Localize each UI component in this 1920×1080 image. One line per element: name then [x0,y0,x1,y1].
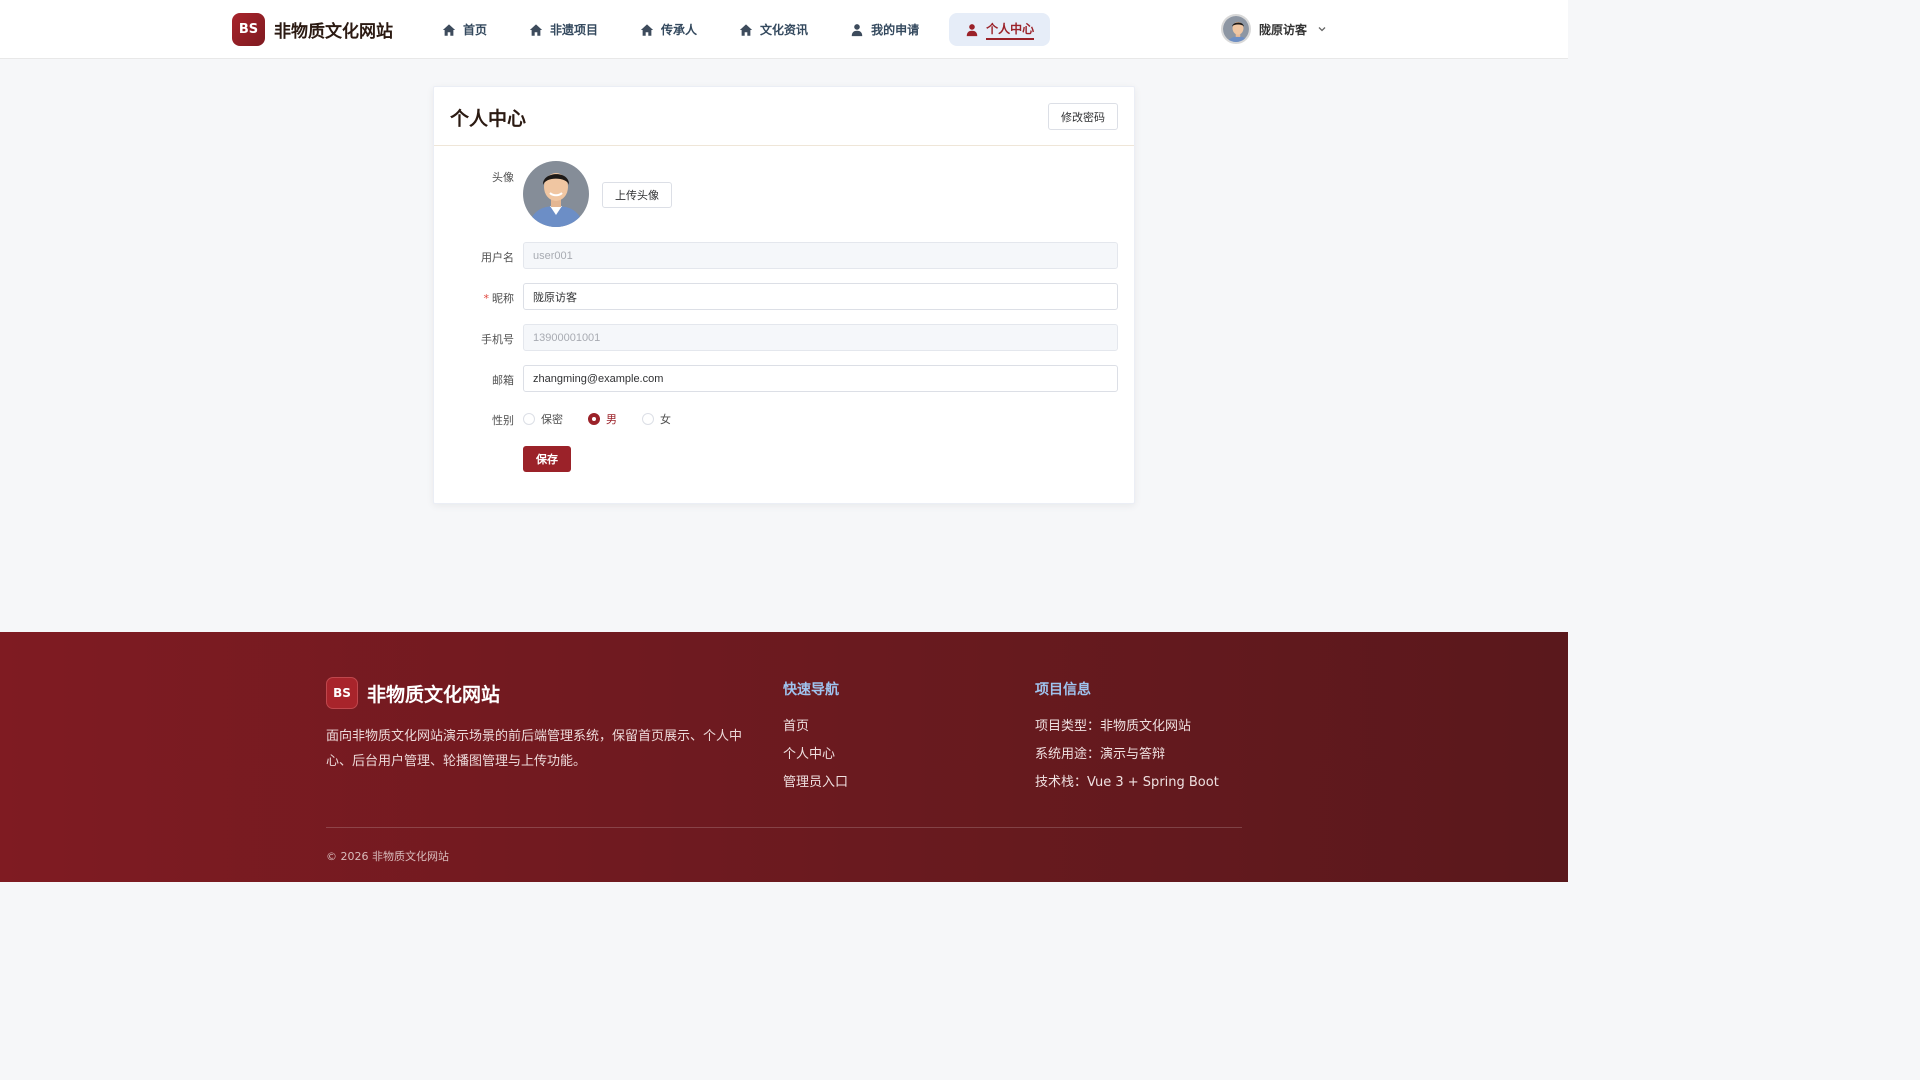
gender-label: 性别 [492,414,514,427]
phone-label: 手机号 [481,333,514,346]
nav-label: 首页 [463,23,488,37]
radio-label: 男 [606,413,617,426]
nav-label: 传承人 [661,23,698,37]
user-name: 陇原访客 [1259,22,1308,37]
project-info-title: 项目信息 [1035,682,1091,698]
page-title: 个人中心 [450,108,527,130]
project-info-item: 项目类型：非物质文化网站 [1035,719,1192,734]
change-password-button[interactable]: 修改密码 [1048,103,1118,130]
footer-link-home[interactable]: 首页 [783,713,848,741]
nickname-value: 陇原访客 [533,291,577,304]
nickname-label: * 昵称 [434,290,515,306]
user-icon [851,23,863,36]
site-brand[interactable]: BS 非物质文化网站 [232,13,393,46]
nav-item-home[interactable]: 首页 [430,13,499,46]
email-value: zhangming@example.com [533,372,664,385]
radio-label: 保密 [541,413,563,426]
nav-label: 文化资讯 [760,23,809,37]
gender-radio-group: 保密 男 女 [523,411,696,427]
site-footer: BS 非物质文化网站 面向非物质文化网站演示场景的前后端管理系统，保留首页展示、… [0,632,1568,882]
footer-quick-nav: 快速导航 首页 个人中心 管理员入口 [783,679,848,797]
nav-item-heritage-projects[interactable]: 非遗项目 [517,13,610,46]
quick-nav-title: 快速导航 [783,682,839,698]
home-icon [529,23,543,36]
chevron-down-icon [1318,27,1326,32]
nav-label: 个人中心 [986,20,1035,40]
radio-circle [588,413,600,425]
avatar-label: 头像 [492,171,514,184]
email-input[interactable]: zhangming@example.com [523,365,1118,392]
footer-divider [326,827,1242,828]
gender-radio-secret[interactable]: 保密 [523,411,563,427]
required-mark: * [483,292,490,305]
top-header: BS 非物质文化网站 首页 非遗项目 传承人 文化资讯 我的申请 个人中心 陇原… [0,0,1568,59]
nav-label: 非遗项目 [550,23,599,37]
radio-circle [642,413,654,425]
nickname-label-text: 昵称 [492,292,514,305]
upload-avatar-button[interactable]: 上传头像 [602,182,672,208]
site-name: 非物质文化网站 [274,22,393,42]
footer-copyright: © 2026 非物质文化网站 [326,850,449,863]
user-icon [966,23,978,36]
nickname-input[interactable]: 陇原访客 [523,283,1118,310]
nav-label: 我的申请 [871,23,920,37]
gender-radio-female[interactable]: 女 [642,411,671,427]
card-header: 个人中心 修改密码 [434,87,1134,146]
main-nav: 首页 非遗项目 传承人 文化资讯 我的申请 个人中心 [430,13,1051,46]
avatar [1221,14,1251,44]
profile-avatar [523,161,589,227]
footer-site-name: 非物质文化网站 [367,683,501,706]
nav-item-inheritors[interactable]: 传承人 [628,13,709,46]
project-info-item: 技术栈：Vue 3 + Spring Boot [1035,775,1219,790]
footer-logo: BS [326,677,358,709]
radio-label: 女 [660,413,671,426]
footer-project-info: 项目信息 项目类型：非物质文化网站 系统用途：演示与答辩 技术栈：Vue 3 +… [1035,679,1219,797]
radio-circle [523,413,535,425]
home-icon [640,23,654,36]
footer-description: 面向非物质文化网站演示场景的前后端管理系统，保留首页展示、个人中心、后台用户管理… [326,729,743,769]
username-input: user001 [523,242,1118,269]
nav-item-culture-news[interactable]: 文化资讯 [727,13,820,46]
home-icon [442,23,456,36]
username-label: 用户名 [481,251,514,264]
email-label: 邮箱 [492,374,514,387]
nav-item-personal-center[interactable]: 个人中心 [949,13,1051,46]
footer-link-admin[interactable]: 管理员入口 [783,769,848,797]
site-logo: BS [232,13,265,46]
profile-card: 个人中心 修改密码 头像 上传头像 用户名 user001 * 昵称 陇原访客 手… [433,86,1135,504]
phone-value: 13900001001 [533,331,601,344]
gender-radio-male[interactable]: 男 [588,411,617,427]
project-info-item: 系统用途：演示与答辩 [1035,747,1166,762]
home-icon [739,23,753,36]
username-value: user001 [533,249,573,262]
footer-brand: BS 非物质文化网站 [326,677,500,709]
footer-link-personal-center[interactable]: 个人中心 [783,741,848,769]
user-menu[interactable]: 陇原访客 [1221,14,1327,44]
nav-item-my-applications[interactable]: 我的申请 [838,13,931,46]
phone-input: 13900001001 [523,324,1118,351]
save-button[interactable]: 保存 [523,446,571,472]
